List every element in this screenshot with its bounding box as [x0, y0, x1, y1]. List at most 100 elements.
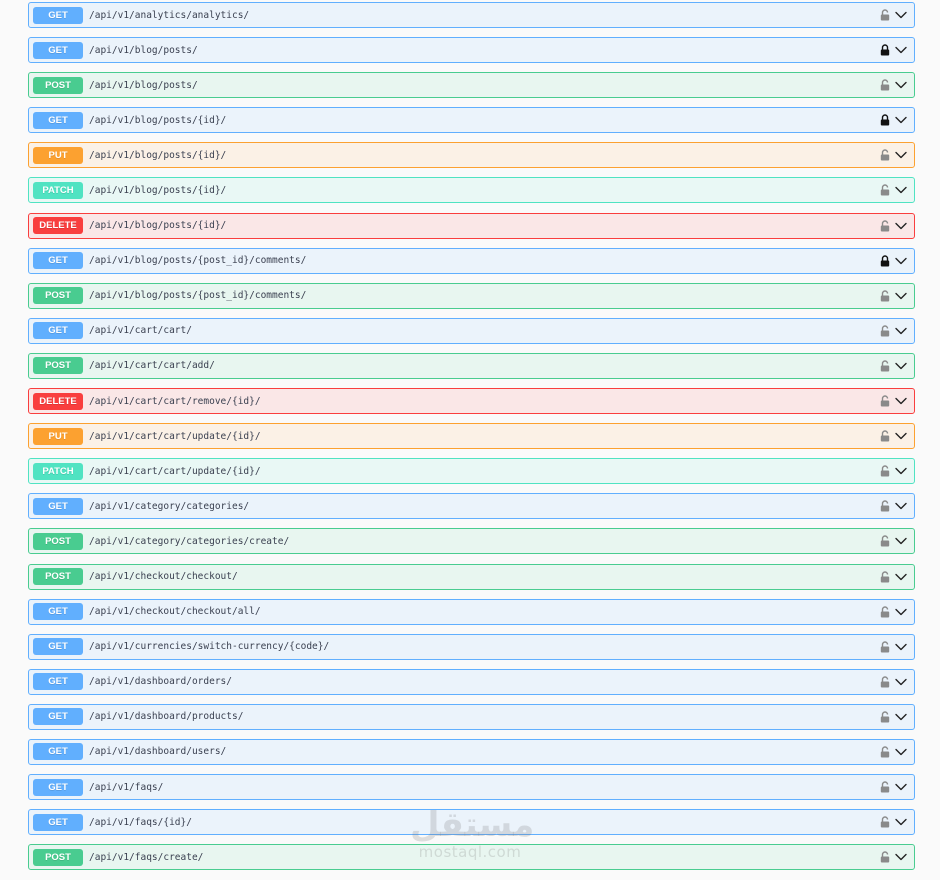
lock-icon[interactable] [880, 79, 890, 91]
method-badge: GET [33, 673, 83, 691]
chevron-down-icon[interactable] [895, 326, 907, 336]
chevron-down-icon[interactable] [895, 642, 907, 652]
operation-row[interactable]: DELETE/api/v1/cart/cart/remove/{id}/ [28, 388, 915, 415]
method-badge: GET [33, 638, 83, 656]
operation-row[interactable]: GET/api/v1/analytics/analytics/ [28, 2, 915, 28]
lock-icon[interactable] [880, 360, 890, 372]
method-badge: GET [33, 778, 83, 796]
operation-row[interactable]: GET/api/v1/dashboard/orders/ [28, 668, 915, 695]
operation-row[interactable]: POST/api/v1/category/categories/create/ [28, 528, 915, 555]
operation-row[interactable]: DELETE/api/v1/blog/posts/{id}/ [28, 212, 915, 239]
lock-icon[interactable] [880, 746, 890, 758]
chevron-down-icon[interactable] [895, 431, 907, 441]
operation-row[interactable]: POST/api/v1/cart/cart/add/ [28, 352, 915, 379]
lock-icon[interactable] [880, 851, 890, 863]
chevron-down-icon[interactable] [895, 80, 907, 90]
method-badge: GET [33, 41, 83, 59]
lock-icon[interactable] [880, 535, 890, 547]
lock-icon[interactable] [880, 711, 890, 723]
operation-path: /api/v1/checkout/checkout/all/ [89, 606, 261, 618]
operation-path: /api/v1/cart/cart/update/{id}/ [89, 430, 261, 442]
operation-path: /api/v1/checkout/checkout/ [89, 571, 238, 582]
chevron-down-icon[interactable] [895, 361, 907, 371]
operation-row[interactable]: PUT/api/v1/cart/cart/update/{id}/ [28, 423, 915, 450]
lock-icon[interactable] [880, 500, 890, 512]
chevron-down-icon[interactable] [895, 396, 907, 406]
chevron-down-icon[interactable] [895, 782, 907, 792]
chevron-down-icon[interactable] [895, 10, 907, 20]
chevron-down-icon[interactable] [895, 572, 907, 582]
lock-icon[interactable] [880, 219, 890, 232]
lock-icon[interactable] [880, 816, 890, 828]
operation-row[interactable]: GET/api/v1/category/categories/ [28, 493, 915, 520]
operation-row[interactable]: GET/api/v1/cart/cart/ [28, 317, 915, 344]
lock-icon[interactable] [880, 605, 890, 618]
chevron-down-icon[interactable] [895, 536, 907, 546]
operation-path: /api/v1/category/categories/ [89, 500, 250, 512]
chevron-down-icon[interactable] [895, 747, 907, 757]
lock-icon[interactable] [880, 114, 890, 126]
chevron-down-icon[interactable] [895, 817, 907, 827]
operation-row[interactable]: POST/api/v1/blog/posts/ [28, 72, 915, 99]
operation-row[interactable]: GET/api/v1/dashboard/products/ [28, 703, 915, 730]
chevron-down-icon[interactable] [895, 45, 907, 55]
operation-row[interactable]: GET/api/v1/currencies/switch-currency/{c… [28, 633, 915, 660]
operation-row[interactable]: GET/api/v1/faqs/{id}/ [28, 809, 915, 836]
lock-icon[interactable] [880, 430, 890, 442]
operation-row[interactable]: GET/api/v1/checkout/checkout/all/ [28, 598, 915, 625]
operation-path: /api/v1/dashboard/users/ [89, 746, 227, 758]
lock-icon[interactable] [880, 149, 890, 161]
operation-row[interactable]: PATCH/api/v1/cart/cart/update/{id}/ [28, 458, 915, 485]
operation-row[interactable]: GET/api/v1/dashboard/users/ [28, 738, 915, 765]
method-badge: DELETE [33, 217, 83, 235]
method-badge: PUT [33, 146, 83, 164]
lock-icon[interactable] [880, 325, 890, 337]
lock-icon[interactable] [880, 570, 890, 583]
operation-row[interactable]: POST/api/v1/faqs/create/ [28, 844, 915, 871]
chevron-down-icon[interactable] [895, 115, 907, 125]
operation-row[interactable]: GET/api/v1/blog/posts/{id}/ [28, 107, 915, 134]
lock-icon[interactable] [880, 184, 890, 196]
method-badge: GET [33, 708, 83, 726]
method-badge: POST [33, 357, 83, 375]
lock-icon[interactable] [880, 290, 890, 302]
lock-icon[interactable] [880, 44, 890, 56]
chevron-down-icon[interactable] [895, 852, 907, 862]
operation-row[interactable]: POST/api/v1/checkout/checkout/ [28, 563, 915, 590]
operation-row[interactable]: GET/api/v1/blog/posts/{post_id}/comments… [28, 247, 915, 274]
chevron-down-icon[interactable] [895, 256, 907, 266]
chevron-down-icon[interactable] [895, 501, 907, 511]
lock-icon[interactable] [880, 641, 890, 653]
method-badge: POST [33, 287, 83, 305]
chevron-down-icon[interactable] [895, 291, 907, 301]
chevron-down-icon[interactable] [895, 150, 907, 160]
chevron-down-icon[interactable] [895, 677, 907, 687]
operation-row[interactable]: GET/api/v1/blog/posts/ [28, 37, 915, 64]
operation-row[interactable]: GET/api/v1/faqs/ [28, 774, 915, 801]
chevron-down-icon[interactable] [895, 712, 907, 722]
method-badge: GET [33, 743, 83, 761]
lock-icon[interactable] [880, 395, 890, 407]
method-badge: POST [33, 568, 83, 585]
operation-path: /api/v1/blog/posts/{post_id}/comments/ [89, 290, 307, 302]
operation-row[interactable]: PUT/api/v1/blog/posts/{id}/ [28, 142, 915, 169]
operation-path: /api/v1/blog/posts/{id}/ [89, 114, 227, 126]
lock-icon[interactable] [880, 781, 890, 793]
operation-row[interactable]: PATCH/api/v1/blog/posts/{id}/ [28, 177, 915, 204]
chevron-down-icon[interactable] [895, 221, 907, 231]
lock-icon[interactable] [880, 465, 890, 477]
lock-icon[interactable] [880, 676, 890, 688]
chevron-down-icon[interactable] [895, 185, 907, 195]
lock-icon[interactable] [880, 254, 890, 267]
operation-path: /api/v1/cart/cart/add/ [89, 360, 215, 372]
method-badge: GET [33, 603, 83, 621]
operation-row[interactable]: POST/api/v1/blog/posts/{post_id}/comment… [28, 282, 915, 309]
method-badge: DELETE [33, 392, 83, 410]
chevron-down-icon[interactable] [895, 607, 907, 617]
lock-icon[interactable] [880, 9, 890, 21]
method-badge: PATCH [33, 462, 83, 480]
method-badge: GET [33, 322, 83, 340]
method-badge: POST [33, 532, 83, 550]
chevron-down-icon[interactable] [895, 466, 907, 476]
operation-path: /api/v1/currencies/switch-currency/{code… [89, 641, 330, 653]
